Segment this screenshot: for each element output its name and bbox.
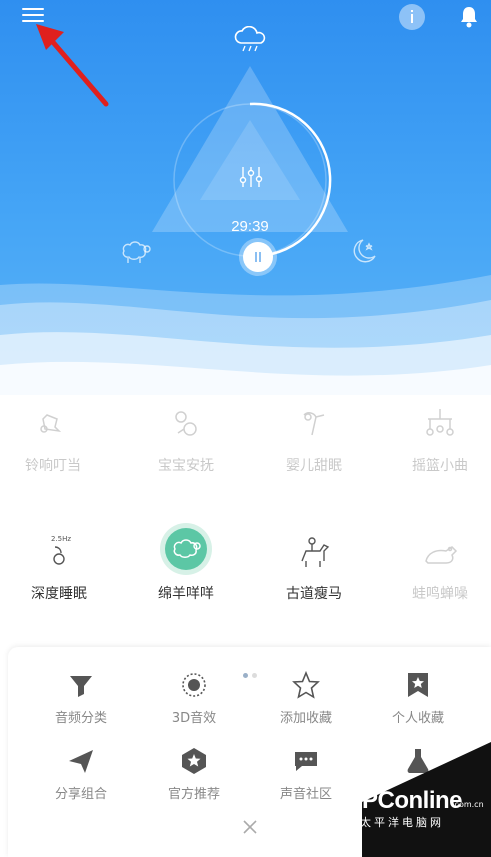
sound-tile-bell[interactable]: 铃响叮当	[0, 405, 114, 475]
sound-label: 摇篮小曲	[412, 458, 468, 474]
menu-label: 官方推荐	[167, 787, 220, 802]
menu-add-favorite[interactable]: 添加收藏	[246, 671, 366, 726]
bookmark-star-icon	[408, 673, 428, 697]
baby-soothe-icon	[175, 411, 197, 436]
watermark-logo: PConline	[362, 787, 463, 814]
paper-plane-icon	[69, 750, 93, 773]
equalizer-icon[interactable]	[238, 165, 264, 189]
sound-tile-horse[interactable]: 古道瘦马	[253, 533, 375, 603]
cradle-mobile-icon	[426, 409, 454, 436]
badge-star-icon	[182, 748, 206, 774]
frog-icon	[425, 546, 458, 564]
player-header: 29:39	[0, 0, 491, 395]
sound-tile-frog[interactable]: 蛙鸣蝉噪	[379, 533, 491, 603]
star-outline-icon	[292, 671, 320, 699]
info-icon[interactable]	[399, 4, 425, 30]
menu-label: 添加收藏	[279, 711, 332, 726]
sound-label: 绵羊咩咩	[158, 586, 214, 602]
sound-label: 宝宝安抚	[158, 458, 214, 474]
menu-label: 个人收藏	[391, 711, 444, 726]
menu-label: 音频分类	[54, 711, 107, 726]
countdown-timer: 29:39	[231, 218, 269, 235]
sound-label: 蛙鸣蝉噪	[412, 586, 468, 602]
sound-tile-cradle[interactable]: 摇篮小曲	[379, 405, 491, 475]
sound-label: 古道瘦马	[286, 586, 342, 602]
sound-tile-deep-sleep[interactable]: 2.5Hz 深度睡眠	[0, 533, 120, 603]
baby-sleep-icon	[303, 412, 325, 436]
chat-bubble-icon	[295, 752, 317, 771]
horse-rider-icon	[301, 537, 330, 567]
sound-tile-sheep[interactable]: 绵羊咩咩	[125, 523, 247, 603]
sound-label: 深度睡眠	[31, 586, 87, 602]
deep-sleep-icon: 2.5Hz	[51, 535, 71, 565]
sound-label: 铃响叮当	[25, 458, 81, 474]
sheep-icon[interactable]	[116, 236, 154, 266]
menu-my-favorites[interactable]: 个人收藏	[358, 671, 478, 726]
menu-3d-sound[interactable]: 3D音效	[134, 671, 254, 726]
moon-icon[interactable]	[347, 236, 381, 266]
close-icon[interactable]	[242, 819, 258, 835]
watermark-subtitle: 太平洋电脑网	[360, 816, 444, 829]
annotation-arrow	[36, 24, 109, 107]
sound-tile-baby-soothe[interactable]: 宝宝安抚	[125, 405, 247, 475]
frequency-badge: 2.5Hz	[51, 535, 71, 543]
3d-sound-icon	[182, 673, 206, 697]
selected-ring	[160, 523, 212, 575]
menu-sound-community[interactable]: 声音社区	[246, 747, 366, 802]
sound-tile-baby-sleep[interactable]: 婴儿甜眠	[253, 405, 375, 475]
menu-label: 分享组合	[54, 787, 107, 802]
bell-icon[interactable]	[458, 5, 480, 29]
menu-label: 3D音效	[171, 711, 217, 726]
menu-label: 声音社区	[279, 787, 332, 802]
watermark-domain: .com.cn	[452, 800, 484, 809]
menu-audio-category[interactable]: 音频分类	[21, 671, 141, 726]
sheep-icon	[173, 539, 201, 558]
bell-ring-icon	[40, 414, 62, 433]
pause-button[interactable]	[243, 242, 273, 272]
rain-cloud-icon	[232, 25, 270, 54]
menu-official-picks[interactable]: 官方推荐	[134, 747, 254, 802]
menu-share-combo[interactable]: 分享组合	[21, 747, 141, 802]
filter-icon	[70, 676, 92, 697]
sound-label: 婴儿甜眠	[286, 458, 342, 474]
